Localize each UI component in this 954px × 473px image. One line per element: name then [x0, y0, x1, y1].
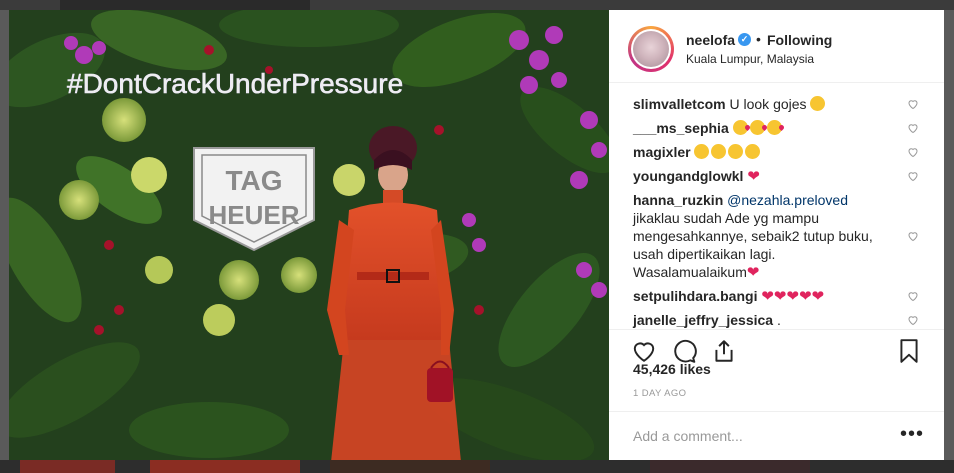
- comment: magixler: [633, 143, 893, 161]
- avatar[interactable]: [628, 26, 674, 72]
- comment: setpulihdara.bangi ❤❤❤❤❤: [633, 287, 893, 306]
- kiss-emoji-icon: [749, 120, 765, 135]
- comment-username[interactable]: magixler: [633, 144, 691, 160]
- comment-username[interactable]: setpulihdara.bangi: [633, 288, 757, 304]
- backdrop-thumbnail: [60, 0, 310, 10]
- comment-text-line: mengesahkannye, sebaik2 tutup buku,: [633, 228, 873, 244]
- comment: ___ms_sephia: [633, 119, 893, 137]
- logo-text-tag: TAG: [225, 165, 282, 196]
- like-comment-heart-icon[interactable]: [907, 98, 919, 110]
- separator-dot: •: [756, 31, 761, 47]
- comment-text: .: [777, 312, 781, 328]
- share-icon[interactable]: [711, 338, 737, 364]
- comment: slimvalletcom U look gojes: [633, 95, 893, 113]
- comment-mention-link[interactable]: @nezahla.preloved: [727, 192, 848, 208]
- add-comment-input[interactable]: Add a comment...: [633, 428, 743, 444]
- like-comment-heart-icon[interactable]: [907, 170, 919, 182]
- more-options-icon[interactable]: •••: [900, 423, 924, 446]
- backdrop-thumbnail: [20, 460, 115, 473]
- comment-username[interactable]: hanna_ruzkin: [633, 192, 723, 208]
- comment-username[interactable]: ___ms_sephia: [633, 120, 729, 136]
- verified-badge-icon: ✓: [738, 33, 751, 46]
- comment: youngandglowkl ❤: [633, 167, 893, 186]
- likes-count[interactable]: 45,426 likes: [633, 361, 711, 377]
- like-comment-heart-icon[interactable]: [907, 230, 919, 242]
- backdrop-thumbnail: [150, 460, 300, 473]
- avatar-image: [633, 31, 669, 67]
- comment-text-line: jikaklau sudah Ade yg mampu: [633, 210, 819, 226]
- heart-eyes-emoji-icon: [694, 144, 710, 159]
- comment-text-line: usah dipertikaikan lagi.: [633, 246, 776, 262]
- backdrop-thumbnail: [330, 460, 490, 473]
- backdrop-thumbnail: [650, 460, 810, 473]
- heart-eyes-emoji-icon: [745, 144, 761, 159]
- comments-list[interactable]: slimvalletcom U look gojes ___ms_sephia …: [609, 83, 944, 329]
- logo-text-heuer: HEUER: [208, 200, 299, 230]
- red-heart-emoji-icon: ❤❤❤❤❤: [761, 288, 825, 305]
- kiss-emoji-icon: [766, 120, 782, 135]
- post-header: neelofa ✓ • Following Kuala Lumpur, Mala…: [609, 10, 944, 83]
- comment: janelle_jeffry_jessica .: [633, 311, 893, 329]
- like-comment-heart-icon[interactable]: [907, 290, 919, 302]
- like-comment-heart-icon[interactable]: [907, 122, 919, 134]
- grin-emoji-icon: [810, 96, 826, 111]
- comment-text: U look gojes: [729, 96, 807, 112]
- following-button[interactable]: Following: [767, 32, 832, 48]
- bookmark-icon[interactable]: [896, 338, 922, 364]
- comment-username[interactable]: janelle_jeffry_jessica: [633, 312, 773, 328]
- red-heart-emoji-icon: ❤: [747, 168, 760, 185]
- comment-username[interactable]: slimvalletcom: [633, 96, 726, 112]
- add-comment-bar: Add a comment... •••: [609, 411, 944, 461]
- hashtag-neon-text: #DontCrackUnderPressure: [67, 68, 403, 99]
- comment-text-line: Wasalamualaikum: [633, 264, 747, 280]
- comment: hanna_ruzkin @nezahla.preloved jikaklau …: [633, 191, 903, 282]
- post-location[interactable]: Kuala Lumpur, Malaysia: [686, 52, 814, 66]
- post-photo-image: #DontCrackUnderPressure TAG HEUER: [9, 10, 609, 460]
- heart-eyes-emoji-icon: [711, 144, 727, 159]
- comment-username[interactable]: youngandglowkl: [633, 168, 743, 184]
- post-username[interactable]: neelofa: [686, 32, 735, 48]
- like-comment-heart-icon[interactable]: [907, 146, 919, 158]
- post-photo[interactable]: #DontCrackUnderPressure TAG HEUER: [9, 10, 609, 460]
- post-details-panel: neelofa ✓ • Following Kuala Lumpur, Mala…: [609, 10, 944, 460]
- heart-eyes-emoji-icon: [728, 144, 744, 159]
- red-heart-emoji-icon: ❤: [746, 264, 760, 281]
- post-timestamp[interactable]: 1 DAY AGO: [633, 388, 686, 399]
- like-comment-heart-icon[interactable]: [907, 314, 919, 326]
- kiss-emoji-icon: [732, 120, 748, 135]
